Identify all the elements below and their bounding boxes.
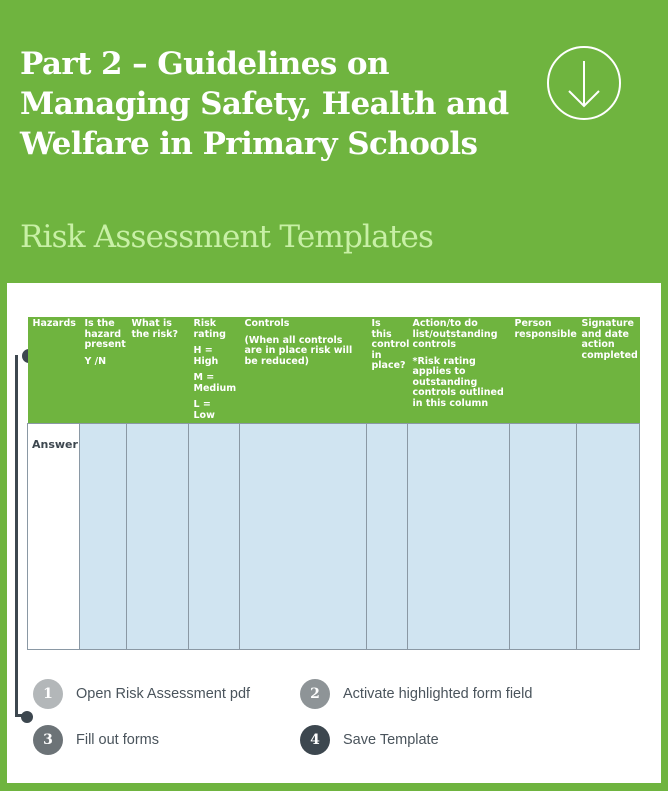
table-row: Answer — [27, 423, 640, 650]
arrow-down-circle-icon — [568, 61, 600, 108]
download-button[interactable] — [547, 46, 621, 120]
step-label: Activate highlighted form field — [343, 686, 533, 702]
controls-field[interactable] — [239, 423, 367, 650]
step-activate-field[interactable]: 2 Activate highlighted form field — [300, 679, 532, 709]
column-header-person-responsible: Person responsible — [509, 317, 577, 424]
step-label: Save Template — [343, 732, 439, 748]
hazard-present-field[interactable] — [79, 423, 127, 650]
page-subtitle: Risk Assessment Templates — [20, 219, 434, 255]
action-to-do-field[interactable] — [407, 423, 510, 650]
column-header-risk-rating: Risk rating H = High M = Medium L = Low — [188, 317, 240, 424]
signature-date-field[interactable] — [576, 423, 640, 650]
column-header-action-to-do: Action/to do list/outstanding controls *… — [407, 317, 510, 424]
control-in-place-field[interactable] — [366, 423, 408, 650]
step-label: Fill out forms — [76, 732, 159, 748]
timeline-connector — [15, 355, 26, 717]
column-header-hazards: Hazards — [27, 317, 80, 424]
column-header-signature-date: Signature and date action completed — [576, 317, 640, 424]
step-label: Open Risk Assessment pdf — [76, 686, 251, 702]
answer-row-label: Answer — [27, 423, 80, 650]
timeline-node-end — [21, 711, 33, 723]
step-number-badge: 4 — [300, 725, 330, 755]
column-header-hazard-present: Is the hazard present Y /N — [79, 317, 127, 424]
step-fill-forms[interactable]: 3 Fill out forms — [33, 725, 159, 755]
table-header-row: Hazards Is the hazard present Y /N What … — [27, 317, 640, 424]
step-open-pdf[interactable]: 1 Open Risk Assessment pdf — [33, 679, 250, 709]
risk-rating-field[interactable] — [188, 423, 240, 650]
person-responsible-field[interactable] — [509, 423, 577, 650]
what-is-risk-field[interactable] — [126, 423, 189, 650]
step-save-template[interactable]: 4 Save Template — [300, 725, 439, 755]
step-number-badge: 2 — [300, 679, 330, 709]
template-preview-panel: Hazards Is the hazard present Y /N What … — [7, 283, 661, 783]
risk-assessment-table: Hazards Is the hazard present Y /N What … — [27, 317, 640, 650]
column-header-what-is-risk: What is the risk? — [126, 317, 189, 424]
page-title: Part 2 – Guidelines on Managing Safety, … — [20, 46, 509, 162]
column-header-controls: Controls (When all controls are in place… — [239, 317, 367, 424]
step-number-badge: 3 — [33, 725, 63, 755]
column-header-control-in-place: Is this control in place? — [366, 317, 409, 424]
step-number-badge: 1 — [33, 679, 63, 709]
